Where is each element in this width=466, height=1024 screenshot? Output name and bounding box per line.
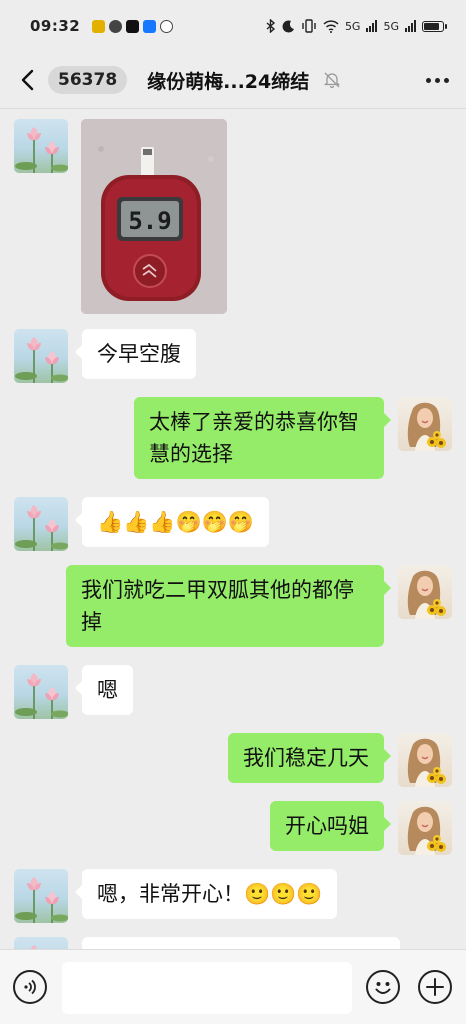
- message-row: 嗯，非常开心！🙂🙂🙂: [0, 867, 466, 929]
- my-avatar[interactable]: [398, 397, 452, 451]
- woman-sunflower-avatar-image: [407, 806, 446, 855]
- woman-sunflower-avatar-image: [407, 570, 446, 619]
- glucose-meter-photo[interactable]: 5.9: [81, 119, 227, 314]
- lotus-avatar-image: [15, 673, 68, 719]
- message-row: 今早空腹: [0, 323, 466, 383]
- voice-input-button[interactable]: [13, 970, 47, 1004]
- back-button[interactable]: [14, 65, 40, 95]
- message-row: [0, 935, 466, 949]
- contact-avatar[interactable]: [14, 869, 68, 923]
- signal-strength-1-icon: [366, 20, 378, 32]
- status-left: 09:32: [30, 17, 174, 35]
- message-row: 👍👍👍🤭🤭🤭: [0, 493, 466, 553]
- app-icon-blue: [143, 19, 157, 33]
- message-list[interactable]: 5.9 今早空腹 太棒了亲爱的恭喜你智慧的选择 👍👍👍🤭🤭🤭 我们就吃二甲双胍其…: [0, 109, 466, 949]
- meter-reading: 5.9: [128, 207, 171, 235]
- plus-icon: [426, 978, 444, 996]
- lotus-avatar-image: [15, 127, 68, 173]
- app-notification-icon: [92, 19, 106, 33]
- glucose-meter-image: 5.9: [81, 119, 227, 314]
- more-functions-button[interactable]: [418, 970, 452, 1004]
- unread-count-badge[interactable]: 56378: [48, 66, 128, 94]
- network-type-1: 5G: [344, 19, 361, 33]
- incoming-message-bubble[interactable]: 👍👍👍🤭🤭🤭: [75, 497, 269, 547]
- lotus-avatar-image: [30, 945, 38, 949]
- app-icon-round: [160, 19, 174, 33]
- contact-avatar[interactable]: [14, 497, 68, 551]
- do-not-disturb-icon: [282, 19, 294, 32]
- contact-avatar[interactable]: [14, 119, 68, 173]
- bluetooth-icon: [266, 19, 276, 33]
- vibrate-icon: [302, 19, 316, 33]
- chat-title[interactable]: 缘份萌梅...24缔结: [147, 67, 309, 94]
- chat-header: 56378 缘份萌梅...24缔结: [0, 52, 466, 108]
- battery-icon: [422, 20, 447, 32]
- network-type-2: 5G: [383, 19, 399, 33]
- message-input[interactable]: [62, 962, 352, 1014]
- my-avatar[interactable]: [398, 733, 452, 787]
- contact-avatar[interactable]: [14, 937, 68, 949]
- message-row: 开心吗姐: [0, 799, 466, 859]
- more-dots-icon: [443, 77, 449, 83]
- status-right: 5G 5G: [266, 19, 447, 33]
- outgoing-message-bubble[interactable]: 开心吗姐: [270, 801, 391, 851]
- my-avatar[interactable]: [398, 565, 452, 619]
- woman-sunflower-avatar-image: [407, 738, 446, 787]
- tiktok-icon: [126, 19, 140, 33]
- status-time: 09:32: [30, 17, 81, 35]
- emoji-icon: [375, 982, 391, 994]
- voice-icon: [24, 979, 36, 995]
- woman-sunflower-avatar-image: [407, 402, 446, 451]
- chevron-left-icon: [21, 69, 34, 91]
- message-row: 我们就吃二甲双胍其他的都停掉: [0, 563, 466, 653]
- my-avatar[interactable]: [398, 801, 452, 855]
- message-row: 5.9: [0, 109, 466, 319]
- emoji-button[interactable]: [366, 970, 400, 1004]
- more-dots-icon: [425, 77, 431, 83]
- chat-notification-icon: [109, 19, 123, 33]
- lotus-avatar-image: [15, 337, 68, 383]
- input-bar: [0, 949, 466, 1024]
- incoming-message-bubble[interactable]: 嗯: [75, 665, 133, 715]
- notification-icons: [92, 19, 174, 33]
- signal-strength-2-icon: [405, 20, 416, 32]
- incoming-message-bubble[interactable]: [82, 937, 400, 949]
- message-row: 嗯: [0, 661, 466, 721]
- incoming-message-bubble[interactable]: 嗯，非常开心！🙂🙂🙂: [74, 869, 338, 919]
- bell-off-icon: [324, 72, 341, 89]
- more-dots-icon: [434, 77, 440, 83]
- incoming-message-bubble[interactable]: 今早空腹: [75, 329, 196, 379]
- outgoing-message-bubble[interactable]: 我们稳定几天: [228, 733, 391, 783]
- more-options-button[interactable]: [422, 65, 452, 95]
- battery-level: [424, 22, 440, 30]
- status-bar: 09:32 5G 5G: [0, 0, 466, 52]
- contact-avatar[interactable]: [14, 665, 68, 719]
- message-row: 太棒了亲爱的恭喜你智慧的选择: [0, 395, 466, 485]
- outgoing-message-bubble[interactable]: 太棒了亲爱的恭喜你智慧的选择: [134, 397, 391, 479]
- message-row: 我们稳定几天: [0, 731, 466, 791]
- wifi-icon: [323, 19, 339, 33]
- contact-avatar[interactable]: [14, 329, 68, 383]
- lotus-avatar-image: [15, 505, 68, 551]
- lotus-avatar-image: [15, 877, 68, 923]
- outgoing-message-bubble[interactable]: 我们就吃二甲双胍其他的都停掉: [66, 565, 391, 647]
